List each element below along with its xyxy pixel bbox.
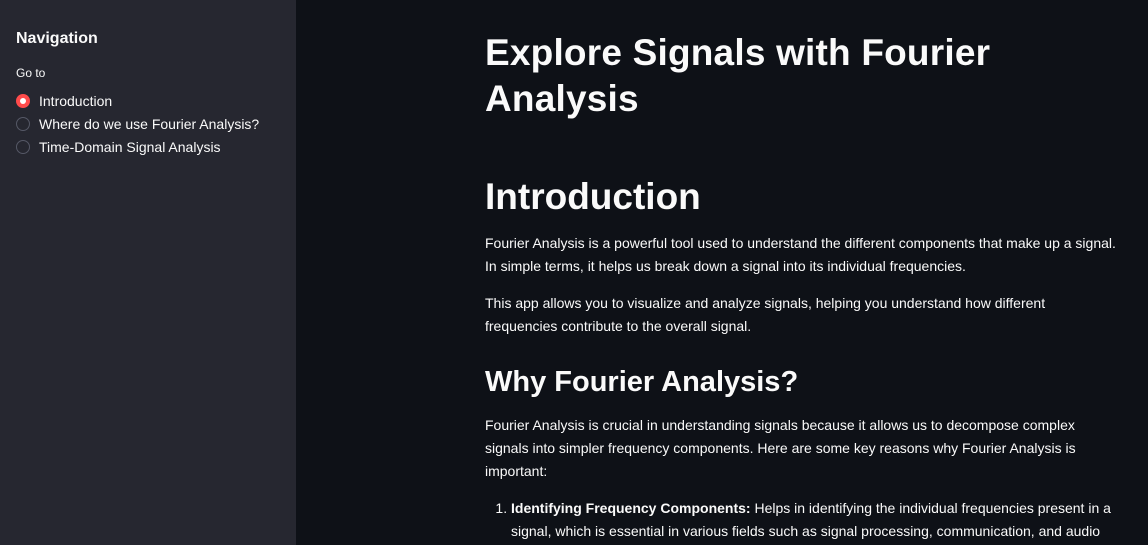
reason-heading: Identifying Frequency Components: (511, 500, 751, 516)
radio-selected-icon[interactable] (16, 93, 30, 108)
reasons-list: Identifying Frequency Components: Helps … (485, 497, 1117, 545)
section-title-why: Why Fourier Analysis? (485, 366, 799, 398)
page-title: Explore Signals with Fourier Analysis (485, 32, 991, 119)
radio-option-introduction[interactable]: Introduction (16, 89, 280, 112)
list-item: Identifying Frequency Components: Helps … (511, 497, 1117, 545)
intro-paragraph: Fourier Analysis is a powerful tool used… (485, 235, 1116, 274)
section-title-introduction: Introduction (485, 176, 701, 217)
radio-option-label: Time-Domain Signal Analysis (39, 138, 221, 155)
why-paragraph: Fourier Analysis is crucial in understan… (485, 417, 1076, 479)
sidebar-title: Navigation (16, 30, 98, 47)
radio-unselected-icon[interactable] (16, 116, 30, 131)
intro-paragraph: This app allows you to visualize and ana… (485, 295, 1046, 334)
radio-option-label: Where do we use Fourier Analysis? (39, 115, 260, 132)
app: Navigation Go to Introduction Where do w… (0, 0, 1148, 545)
main-content: Explore Signals with Fourier Analysis In… (296, 0, 1148, 545)
content-column: Explore Signals with Fourier Analysis In… (485, 30, 1117, 545)
radio-option-where-used[interactable]: Where do we use Fourier Analysis? (16, 112, 280, 135)
sidebar: Navigation Go to Introduction Where do w… (0, 0, 296, 545)
radio-option-label: Introduction (39, 92, 113, 109)
radio-group-label: Go to (16, 66, 46, 80)
navigation-radio-group: Introduction Where do we use Fourier Ana… (16, 89, 280, 158)
radio-option-time-domain[interactable]: Time-Domain Signal Analysis (16, 135, 280, 158)
radio-unselected-icon[interactable] (16, 139, 30, 154)
